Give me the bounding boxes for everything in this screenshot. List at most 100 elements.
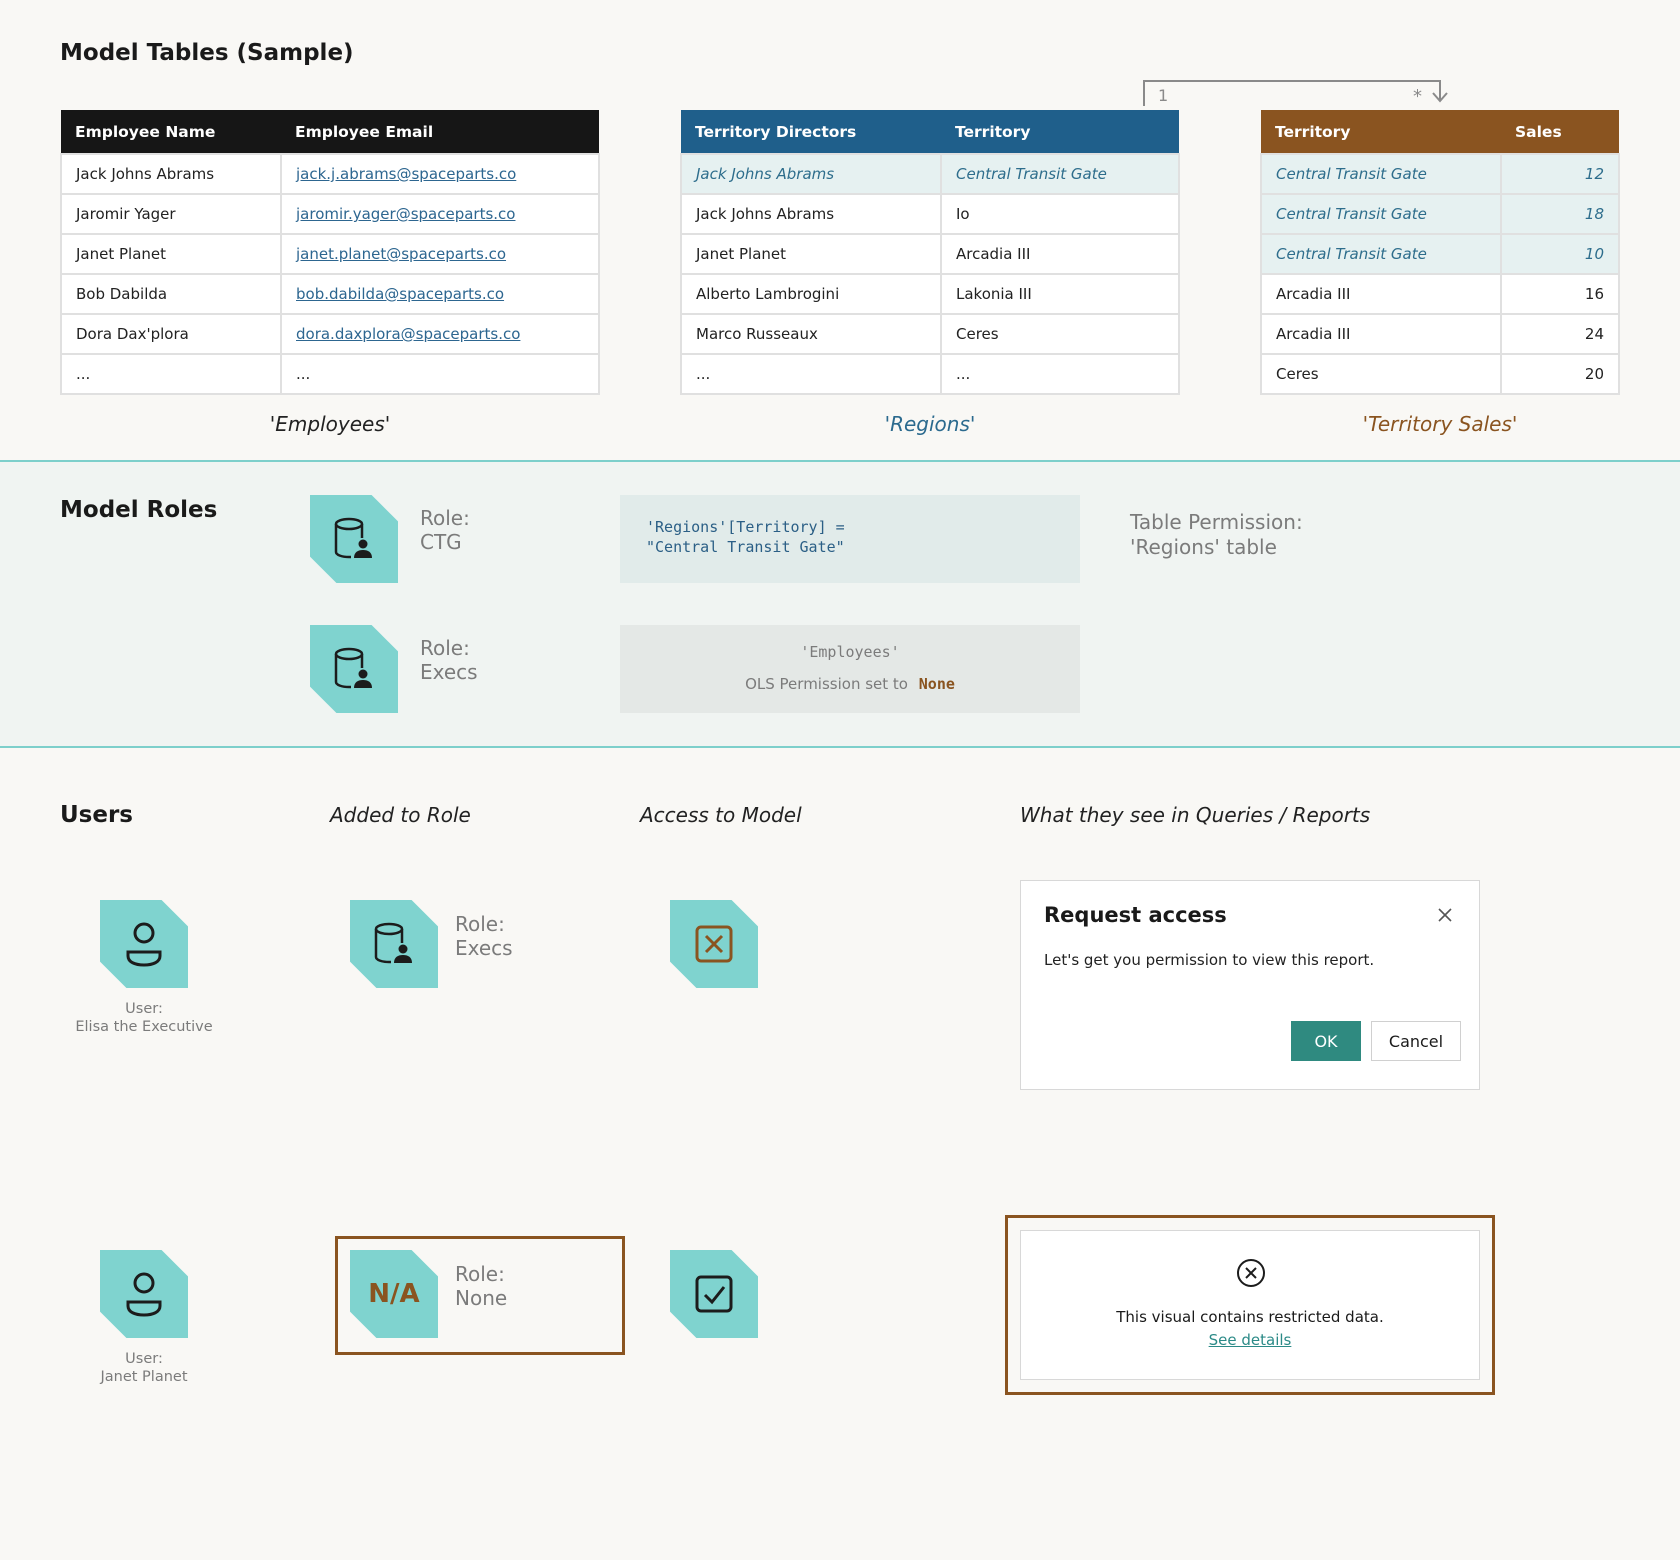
cell: Arcadia III [1260, 273, 1502, 315]
cell: Io [940, 193, 1180, 235]
close-icon[interactable] [1437, 907, 1453, 923]
table-row: Arcadia III 16 [1260, 273, 1620, 315]
cell: Ceres [940, 313, 1180, 355]
col-added-to-role: Added to Role [330, 803, 471, 827]
cell: ... [60, 353, 282, 395]
cell: Dora Dax'plora [60, 313, 282, 355]
user-elisa-label: User: Elisa the Executive [44, 1000, 244, 1036]
cell: Jack Johns Abrams [60, 153, 282, 195]
cell: Central Transit Gate [940, 153, 1180, 195]
col-access-to-model: Access to Model [640, 803, 802, 827]
regions-table: Territory Directors Territory Jack Johns… [680, 110, 1180, 395]
ok-button[interactable]: OK [1291, 1021, 1361, 1061]
user1-role-tile [350, 900, 438, 988]
col-territory: Territory [941, 110, 1179, 154]
tables-title: Model Tables (Sample) [60, 40, 354, 66]
ols-permission-box: 'Employees' OLS Permission set to None [620, 625, 1080, 713]
check-square-icon [695, 1275, 733, 1313]
table-row: Janet Planet Arcadia III [680, 233, 1180, 275]
email-link[interactable]: janet.planet@spaceparts.co [280, 233, 600, 275]
email-link[interactable]: jack.j.abrams@spaceparts.co [280, 153, 600, 195]
table-row-highlighted: Central Transit Gate 10 [1260, 233, 1620, 275]
cell: Central Transit Gate [1260, 233, 1502, 275]
territory-sales-table: Territory Sales Central Transit Gate 12 C… [1260, 110, 1620, 395]
table-row-highlighted: Central Transit Gate 18 [1260, 193, 1620, 235]
rls-line: "Central Transit Gate" [646, 538, 845, 556]
cell: 18 [1500, 193, 1620, 235]
user-prefix: User: [125, 1001, 163, 1017]
table-row: Ceres 20 [1260, 353, 1620, 395]
role-name: CTG [420, 530, 462, 554]
user2-role-label: Role: None [455, 1262, 507, 1310]
email-link[interactable]: dora.daxplora@spaceparts.co [280, 313, 600, 355]
rls-line: 'Regions'[Territory] = [646, 518, 845, 536]
roles-title: Model Roles [60, 497, 218, 523]
ols-value: None [918, 675, 955, 693]
see-details-link[interactable]: See details [1021, 1331, 1479, 1349]
x-square-icon [695, 925, 733, 963]
error-circle-icon [1237, 1259, 1265, 1287]
cell: 24 [1500, 313, 1620, 355]
role-name: Execs [420, 660, 478, 684]
cancel-button[interactable]: Cancel [1371, 1021, 1461, 1061]
cell: Ceres [1260, 353, 1502, 395]
col-territory-directors: Territory Directors [681, 110, 941, 154]
rel-one-label: 1 [1158, 86, 1169, 105]
role-prefix: Role: [420, 636, 470, 660]
table-row: ...... [680, 353, 1180, 395]
role-prefix: Role: [420, 506, 470, 530]
cell: Marco Russeaux [680, 313, 942, 355]
role-ctg-tile [310, 495, 398, 583]
table-permission: Table Permission: 'Regions' table [1130, 510, 1303, 560]
cell: Central Transit Gate [1260, 193, 1502, 235]
user-elisa-tile [100, 900, 188, 988]
ols-table-name: 'Employees' [800, 643, 900, 661]
cell: Arcadia III [1260, 313, 1502, 355]
table-row: Janet Planet janet.planet@spaceparts.co [60, 233, 600, 275]
user1-role-label: Role: Execs [455, 912, 513, 960]
database-user-icon [334, 647, 372, 689]
territory-sales-caption: 'Territory Sales' [1362, 412, 1518, 436]
user-janet-tile [100, 1250, 188, 1338]
role-prefix: Role: [455, 1262, 505, 1286]
table-row: Dora Dax'plora dora.daxplora@spaceparts.c… [60, 313, 600, 355]
regions-caption: 'Regions' [884, 412, 976, 436]
cell: Janet Planet [680, 233, 942, 275]
employees-table: Employee Name Employee Email Jack Johns … [60, 110, 600, 395]
role-ctg-label: Role: CTG [420, 506, 470, 554]
table-row: Arcadia III 24 [1260, 313, 1620, 355]
cell: Central Transit Gate [1260, 153, 1502, 195]
cell: 20 [1500, 353, 1620, 395]
cell: 12 [1500, 153, 1620, 195]
restricted-visual: This visual contains restricted data. Se… [1020, 1230, 1480, 1380]
email-link[interactable]: bob.dabilda@spaceparts.co [280, 273, 600, 315]
permission-line: Table Permission: [1130, 510, 1303, 534]
employees-caption: 'Employees' [269, 412, 391, 436]
database-user-icon [334, 517, 372, 559]
request-access-dialog: Request access Let's get you permission … [1020, 880, 1480, 1090]
table-row: Jack Johns Abrams Io [680, 193, 1180, 235]
col-sales: Sales [1501, 110, 1619, 154]
user-prefix: User: [125, 1351, 163, 1367]
cell: ... [280, 353, 600, 395]
cell: ... [680, 353, 942, 395]
col-what-they-see: What they see in Queries / Reports [1020, 803, 1371, 827]
cell: Jack Johns Abrams [680, 193, 942, 235]
table-row: Jaromir Yager jaromir.yager@spaceparts.co [60, 193, 600, 235]
rel-many-label: * [1413, 86, 1422, 107]
table-row: Bob Dabilda bob.dabilda@spaceparts.co [60, 273, 600, 315]
cell: Jaromir Yager [60, 193, 282, 235]
col-employee-name: Employee Name [61, 110, 281, 154]
relationship-connector [1143, 80, 1448, 106]
role-name: Execs [455, 936, 513, 960]
cell: Alberto Lambrogini [680, 273, 942, 315]
permission-line: 'Regions' table [1130, 535, 1277, 559]
email-link[interactable]: jaromir.yager@spaceparts.co [280, 193, 600, 235]
cell: 16 [1500, 273, 1620, 315]
table-row-highlighted: Jack Johns Abrams Central Transit Gate [680, 153, 1180, 195]
col-territory: Territory [1261, 110, 1501, 154]
user-janet-label: User: Janet Planet [44, 1350, 244, 1386]
user-name: Janet Planet [100, 1369, 188, 1385]
col-employee-email: Employee Email [281, 110, 599, 154]
cell: Bob Dabilda [60, 273, 282, 315]
